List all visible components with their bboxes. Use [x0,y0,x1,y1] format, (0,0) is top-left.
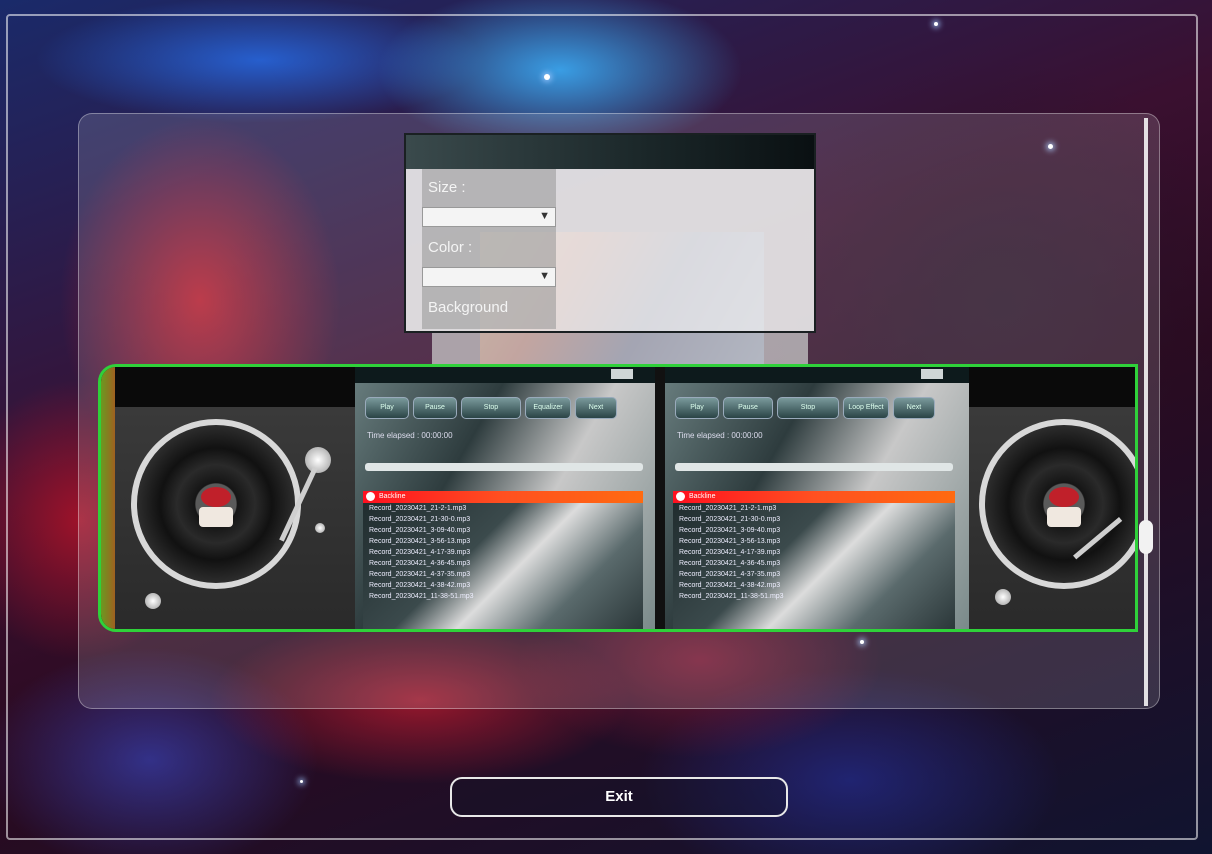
playlist-item[interactable]: Record_20230421_3-56-13.mp3 [363,536,643,547]
left-player-titlebar [355,367,655,383]
playlist-item[interactable]: Record_20230421_3-09-40.mp3 [363,525,643,536]
stop-icon [366,492,375,501]
left-player-controls: Play Pause Stop Equalizer Next [365,397,617,419]
stop-button[interactable]: Stop [777,397,839,419]
left-seek-bar[interactable] [365,463,643,471]
speed-button[interactable] [315,523,325,533]
play-button[interactable]: Play [365,397,409,419]
playlist-item[interactable]: Record_20230421_4-37-35.mp3 [363,569,643,580]
right-time-elapsed: Time elapsed : 00:00:00 [677,431,763,440]
now-playing-title: Backline [689,493,716,500]
panel-scrollbar[interactable] [1144,118,1148,706]
right-playlist[interactable]: Backline Record_20230421_21-2-1.mp3 Reco… [673,491,955,629]
settings-titlebar [406,135,814,169]
left-now-playing[interactable]: Backline [363,491,643,503]
playlist-item[interactable]: Record_20230421_21-2-1.mp3 [673,503,955,514]
chevron-down-icon: ▼ [539,210,550,222]
chevron-down-icon: ▼ [539,270,550,282]
exit-button[interactable]: Exit [450,777,788,817]
playlist-item[interactable]: Record_20230421_4-37-35.mp3 [673,569,955,580]
right-player-window: Play Pause Stop Loop Effect Next Time el… [665,367,969,629]
left-turntable [115,367,355,629]
playlist-item[interactable]: Record_20230421_11-38-51.mp3 [363,591,643,602]
background-label: Background [428,299,509,316]
right-seek-bar[interactable] [675,463,953,471]
right-player-controls: Play Pause Stop Loop Effect Next [675,397,935,419]
playlist-item[interactable]: Record_20230421_11-38-51.mp3 [673,591,955,602]
right-turntable [969,367,1135,629]
right-now-playing[interactable]: Backline [673,491,955,503]
play-button[interactable]: Play [675,397,719,419]
playlist-item[interactable]: Record_20230421_21-30-0.mp3 [673,514,955,525]
record-label [1049,487,1079,507]
playlist-item[interactable]: Record_20230421_3-56-13.mp3 [673,536,955,547]
left-playlist[interactable]: Backline Record_20230421_21-2-1.mp3 Reco… [363,491,643,629]
pause-button[interactable]: Pause [413,397,457,419]
panel-scrollbar-thumb[interactable] [1139,520,1153,554]
stop-button[interactable]: Stop [461,397,521,419]
size-label: Size : [428,179,466,196]
size-combobox[interactable]: ▼ [422,207,556,227]
record-label [201,487,231,507]
now-playing-title: Backline [379,493,406,500]
tonearm-pivot-icon [305,447,331,473]
playlist-item[interactable]: Record_20230421_4-17-39.mp3 [363,547,643,558]
playlist-item[interactable]: Record_20230421_21-30-0.mp3 [363,514,643,525]
dj-deck-preview: Play Pause Stop Equalizer Next Time elap… [98,364,1138,632]
left-player-window: Play Pause Stop Equalizer Next Time elap… [355,367,655,629]
record-label-center [1047,507,1081,527]
right-player-close-button[interactable] [921,369,943,379]
playlist-item[interactable]: Record_20230421_3-09-40.mp3 [673,525,955,536]
pitch-knob-icon[interactable] [995,589,1011,605]
left-time-elapsed: Time elapsed : 00:00:00 [367,431,453,440]
pitch-knob-icon[interactable] [145,593,161,609]
stop-icon [676,492,685,501]
left-player-close-button[interactable] [611,369,633,379]
next-button[interactable]: Next [893,397,935,419]
color-combobox[interactable]: ▼ [422,267,556,287]
playlist-item[interactable]: Record_20230421_4-38-42.mp3 [673,580,955,591]
playlist-item[interactable]: Record_20230421_4-36-45.mp3 [363,558,643,569]
playlist-item[interactable]: Record_20230421_4-38-42.mp3 [363,580,643,591]
equalizer-button[interactable]: Equalizer [525,397,571,419]
loop-effect-button[interactable]: Loop Effect [843,397,889,419]
record-label-center [199,507,233,527]
playlist-item[interactable]: Record_20230421_4-17-39.mp3 [673,547,955,558]
color-label: Color : [428,239,473,256]
deck-edge [101,367,115,629]
next-button[interactable]: Next [575,397,617,419]
playlist-item[interactable]: Record_20230421_21-2-1.mp3 [363,503,643,514]
background-preview-strip [432,333,808,365]
pause-button[interactable]: Pause [723,397,773,419]
playlist-item[interactable]: Record_20230421_4-36-45.mp3 [673,558,955,569]
settings-dialog: Size : ▼ Color : ▼ Background [404,133,816,333]
